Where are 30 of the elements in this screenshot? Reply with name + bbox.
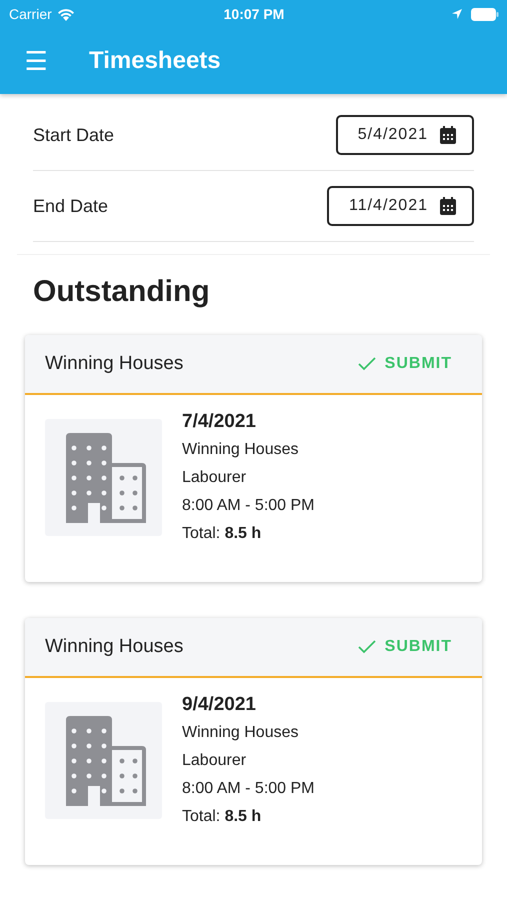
date-label: Start Date	[33, 124, 114, 146]
carrier-name: Carrier	[9, 6, 52, 22]
total-hours: Total: 8.5 h	[182, 524, 262, 544]
date-picker[interactable]: 5/4/2021	[336, 115, 474, 155]
screen-title: Timesheets	[89, 47, 221, 75]
job-role: Labourer	[182, 751, 248, 771]
battery-icon	[470, 8, 499, 20]
section-heading: Outstanding	[33, 275, 211, 309]
total-hours: Total: 8.5 h	[182, 807, 262, 827]
shift-hours: 8:00 AM - 5:00 PM	[182, 779, 315, 799]
check-icon	[356, 639, 377, 655]
check-icon	[356, 356, 377, 372]
wifi-icon	[56, 8, 75, 20]
submit-button[interactable]: SUBMIT	[356, 355, 452, 373]
date-label: End Date	[33, 196, 108, 216]
date-picker[interactable]: 11/4/2021	[327, 186, 474, 226]
status-time: 10:07 PM	[224, 6, 284, 22]
shift-date: 9/4/2021	[182, 694, 257, 715]
employer-name: Winning Houses	[45, 636, 184, 658]
employer-name: Winning Houses	[45, 353, 184, 375]
site-name: Winning Houses	[182, 723, 300, 743]
shift-date: 7/4/2021	[182, 411, 257, 432]
shift-hours: 8:00 AM - 5:00 PM	[182, 496, 315, 516]
calendar-icon	[438, 196, 458, 216]
menu-button[interactable]: ☰	[22, 48, 50, 74]
location-arrow-icon	[450, 8, 463, 20]
calendar-icon	[438, 125, 458, 145]
submit-button[interactable]: SUBMIT	[356, 638, 452, 656]
job-role: Labourer	[182, 468, 248, 488]
site-name: Winning Houses	[182, 440, 300, 460]
